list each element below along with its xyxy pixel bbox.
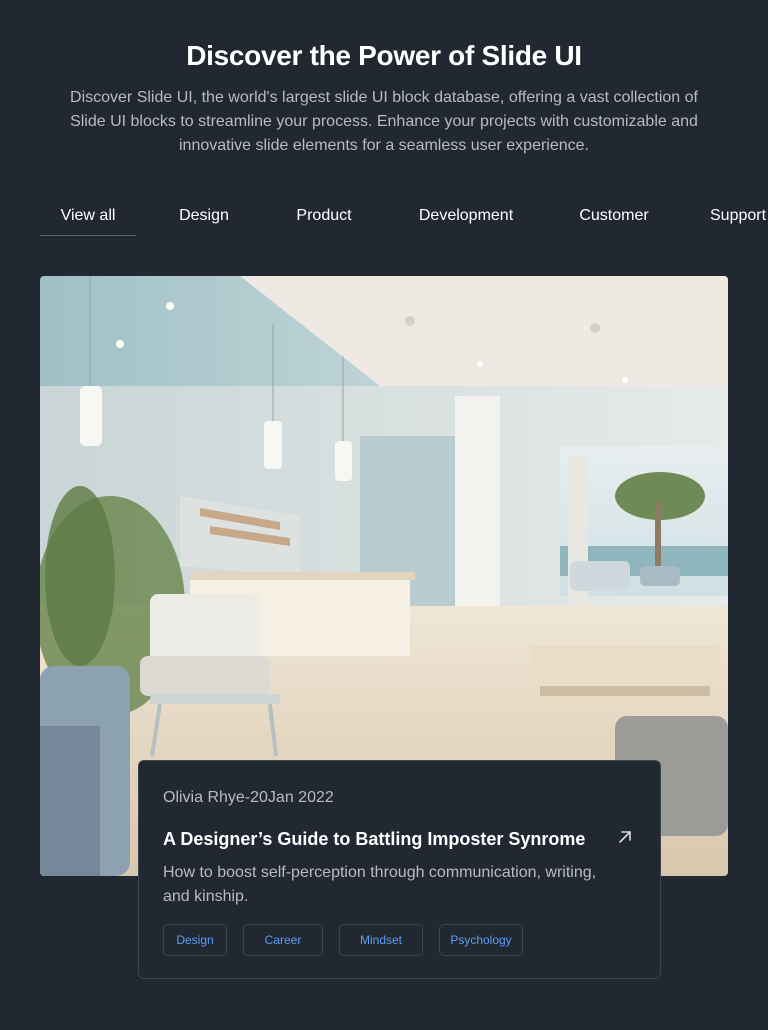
tag-mindset[interactable]: Mindset [339,924,423,956]
tab-support[interactable]: Support [710,196,768,236]
tag-design[interactable]: Design [163,924,227,956]
page-description: Discover Slide UI, the world's largest s… [70,89,698,154]
page: Discover the Power of Slide UI Discover … [0,0,768,1030]
page-title: Discover the Power of Slide UI [186,40,582,71]
tab-design[interactable]: Design [160,196,248,236]
post-card[interactable]: Olivia Rhye-20Jan 2022 A Designer’s Guid… [138,760,661,979]
post-description: How to boost self-perception through com… [163,864,597,905]
tab-customer[interactable]: Customer [570,196,658,236]
post-meta: Olivia Rhye-20Jan 2022 [163,789,334,806]
tab-product[interactable]: Product [280,196,368,236]
tab-view-all[interactable]: View all [40,196,136,236]
tab-development[interactable]: Development [410,196,522,236]
arrow-up-right-icon[interactable] [615,827,635,847]
tag-psychology[interactable]: Psychology [439,924,523,956]
tag-career[interactable]: Career [243,924,323,956]
post-title[interactable]: A Designer’s Guide to Battling Imposter … [163,829,603,850]
category-tabs: View all Design Product Development Cust… [40,196,768,236]
